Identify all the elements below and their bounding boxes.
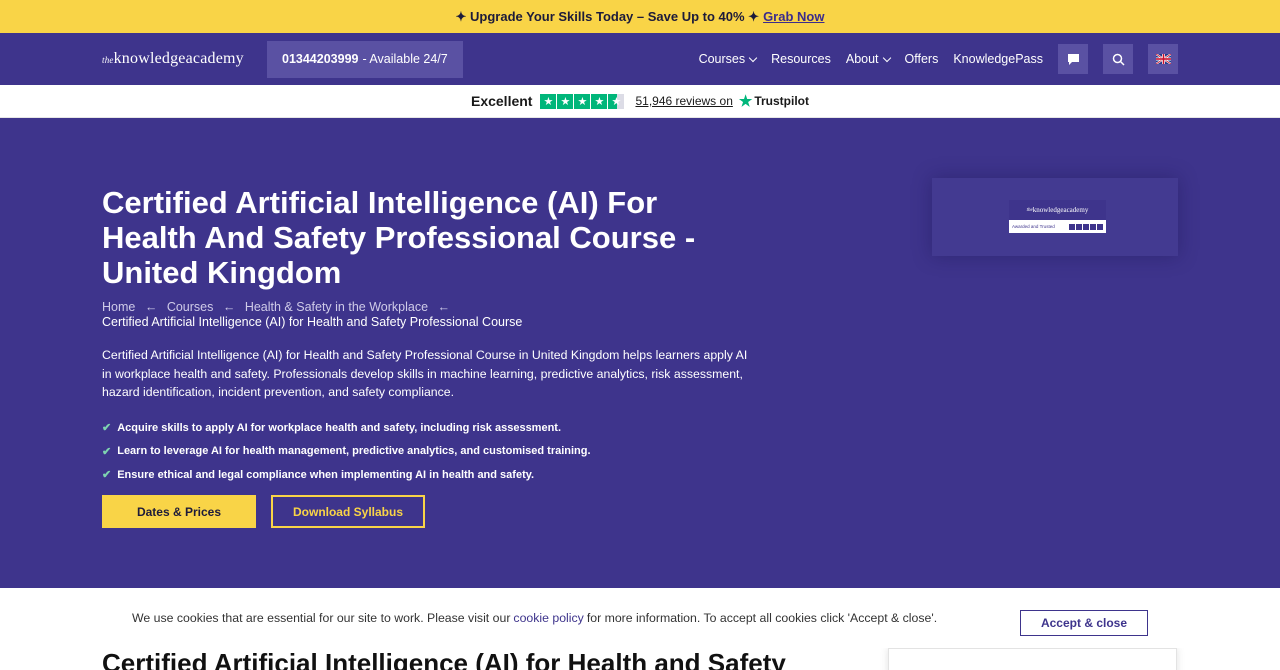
breadcrumb-home[interactable]: Home [102,300,135,314]
highlight-text: Learn to leverage AI for health manageme… [117,445,591,458]
nav-about[interactable]: About [845,52,891,66]
hero-section: Certified Artificial Intelligence (AI) F… [0,118,1280,588]
check-icon: ✔ [102,469,112,482]
accept-close-button[interactable]: Accept & close [1020,610,1148,636]
badge-stars [1068,223,1103,230]
star-icon: ★ [557,93,574,109]
list-item: ✔ Ensure ethical and legal compliance wh… [102,463,591,487]
chat-icon [1067,53,1079,65]
star-icon [1097,223,1103,230]
nav-offers[interactable]: Offers [905,52,939,66]
trustpilot-star-icon: ★ [738,93,753,110]
grab-now-link[interactable]: Grab Now [763,9,824,24]
nav-resources-label: Resources [771,52,831,66]
promo-banner: ✦ Upgrade Your Skills Today – Save Up to… [0,0,1280,33]
award-badge: the knowledgeacademy Awarded and Trusted [1009,200,1106,233]
search-button[interactable] [1103,44,1133,74]
trustpilot-stars: ★ ★ ★ ★ ★ [540,93,625,109]
list-item: ✔ Learn to leverage AI for health manage… [102,440,591,464]
trustpilot-bar[interactable]: Excellent ★ ★ ★ ★ ★ 51,946 reviews on ★ … [0,85,1280,118]
awards-card: the knowledgeacademy Awarded and Trusted [932,178,1178,256]
phone-contact[interactable]: 01344203999 - Available 24/7 [267,40,463,78]
badge-logo-text: knowledgeacademy [1032,206,1089,214]
phone-availability: - Available 24/7 [362,52,448,66]
nav-courses-label: Courses [698,52,746,66]
chat-button[interactable] [1058,44,1088,74]
breadcrumb-current: Certified Artificial Intelligence (AI) f… [102,315,523,329]
check-icon: ✔ [102,422,112,435]
chevron-down-icon [748,53,758,62]
arrow-left-icon: ← [437,300,451,314]
trustpilot-reviews-link[interactable]: 51,946 reviews on [635,94,732,108]
highlight-text: Acquire skills to apply AI for workplace… [117,421,562,434]
nav-resources[interactable]: Resources [771,52,831,66]
star-icon: ★ [591,93,608,109]
highlight-text: Ensure ethical and legal compliance when… [117,468,535,481]
badge-caption-row: Awarded and Trusted [1009,220,1106,233]
cookie-banner: We use cookies that are essential for ou… [0,588,1280,648]
promo-text: ✦ Upgrade Your Skills Today – Save Up to… [455,8,760,24]
trustpilot-brand: ★ Trustpilot [739,92,809,110]
cookie-policy-link[interactable]: cookie policy [513,611,583,625]
download-syllabus-button[interactable]: Download Syllabus [271,495,425,528]
dates-prices-button[interactable]: Dates & Prices [102,495,256,528]
star-icon [1083,223,1089,230]
trustpilot-brand-name: Trustpilot [754,94,809,108]
main-nav: theknowledgeacademy 01344203999 - Availa… [0,33,1280,85]
breadcrumb-courses[interactable]: Courses [167,300,214,314]
chevron-down-icon [882,53,891,62]
star-icon: ★ [540,93,557,109]
cookie-text-before: We use cookies that are essential for ou… [132,611,511,625]
nav-offers-label: Offers [904,52,939,66]
nav-links: Courses Resources About Offers Knowledge… [684,44,1178,74]
star-icon [1090,223,1096,230]
breadcrumb: Home ← Courses ← Health & Safety in the … [102,300,722,330]
cookie-text-after: for more information. To accept all cook… [586,611,938,625]
arrow-left-icon: ← [144,300,158,314]
check-icon: ✔ [102,445,112,458]
breadcrumb-category[interactable]: Health & Safety in the Workplace [245,300,428,314]
star-icon [1076,223,1082,230]
half-star-icon: ★ [608,93,625,109]
badge-logo: the knowledgeacademy [1009,200,1106,220]
search-icon [1112,53,1125,66]
logo-text: knowledgeacademy [113,50,244,67]
nav-knowledgepass-label: KnowledgePass [953,52,1043,66]
section-title: Certified Artificial Intelligence (AI) f… [102,648,786,670]
badge-caption: Awarded and Trusted [1012,224,1055,229]
nav-about-label: About [845,52,879,66]
star-icon: ★ [574,93,591,109]
uk-flag-icon [1155,54,1171,64]
language-button[interactable] [1148,44,1178,74]
nav-courses[interactable]: Courses [698,52,758,66]
site-logo[interactable]: theknowledgeacademy [102,50,267,68]
phone-number: 01344203999 [282,52,359,66]
star-icon [1069,223,1075,230]
contact-side-box [888,648,1177,670]
list-item: ✔ Acquire skills to apply AI for workpla… [102,416,591,440]
trustpilot-rating-word: Excellent [470,93,533,109]
course-highlights: ✔ Acquire skills to apply AI for workpla… [102,416,591,487]
nav-knowledgepass[interactable]: KnowledgePass [953,52,1043,66]
arrow-left-icon: ← [222,300,236,314]
course-description: Certified Artificial Intelligence (AI) f… [102,348,748,399]
page-title: Certified Artificial Intelligence (AI) F… [102,185,696,290]
logo-prefix: the [102,55,114,65]
